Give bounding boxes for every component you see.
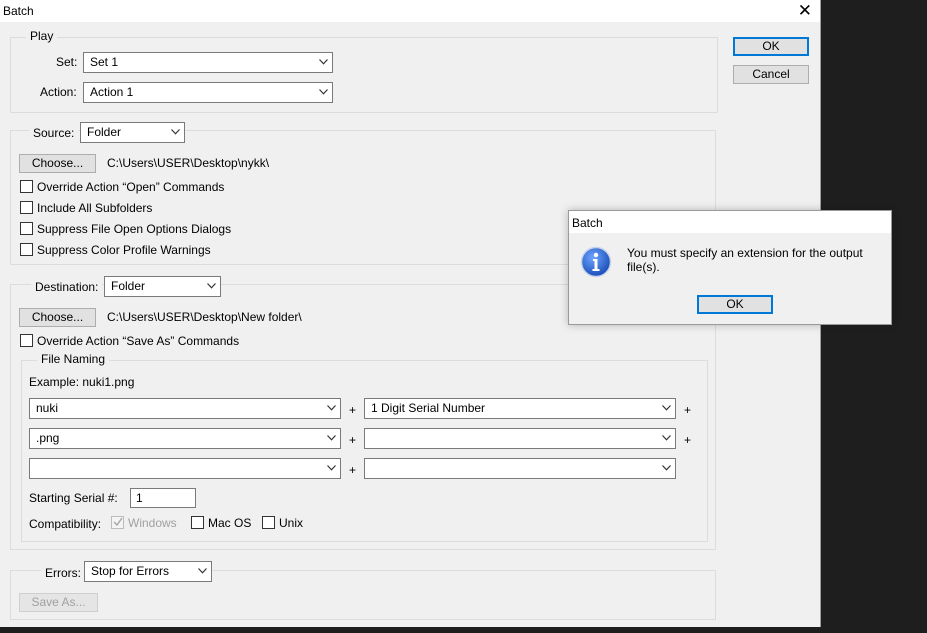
chevron-down-icon bbox=[662, 465, 671, 471]
mac-os-checkbox[interactable]: Mac OS bbox=[191, 515, 251, 531]
checkbox-box[interactable] bbox=[20, 222, 33, 235]
checkbox-box bbox=[111, 516, 124, 529]
plus-sign: + bbox=[349, 403, 357, 417]
include-subfolders-checkbox[interactable]: Include All Subfolders bbox=[20, 200, 152, 216]
naming-field-2-right[interactable] bbox=[364, 428, 676, 449]
errors-label: Errors: bbox=[41, 564, 85, 582]
chevron-down-icon bbox=[327, 405, 336, 411]
set-label: Set: bbox=[56, 55, 78, 69]
set-select[interactable]: Set 1 bbox=[83, 52, 333, 73]
checkbox-label: Windows bbox=[128, 516, 177, 530]
checkbox-label: Include All Subfolders bbox=[37, 201, 153, 215]
checkbox-box[interactable] bbox=[20, 243, 33, 256]
destination-choose-button[interactable]: Choose... bbox=[19, 308, 96, 327]
action-value: Action 1 bbox=[90, 85, 134, 99]
window-title: Batch bbox=[3, 4, 34, 18]
checkbox-label: Override Action “Save As” Commands bbox=[37, 334, 240, 348]
action-select[interactable]: Action 1 bbox=[83, 82, 333, 103]
naming-field-1-right[interactable]: 1 Digit Serial Number bbox=[364, 398, 676, 419]
file-naming-example: Example: nuki1.png bbox=[29, 375, 135, 389]
checkbox-box[interactable] bbox=[191, 516, 204, 529]
suppress-open-options-checkbox[interactable]: Suppress File Open Options Dialogs bbox=[20, 221, 231, 237]
chevron-down-icon bbox=[171, 129, 180, 135]
checkbox-box[interactable] bbox=[262, 516, 275, 529]
chevron-down-icon bbox=[319, 59, 328, 65]
alert-title-bar: Batch bbox=[569, 211, 891, 233]
naming-field-2-left[interactable]: .png bbox=[29, 428, 341, 449]
save-as-button: Save As... bbox=[19, 593, 98, 612]
source-choose-button[interactable]: Choose... bbox=[19, 154, 96, 173]
chevron-down-icon bbox=[198, 568, 207, 574]
chevron-down-icon bbox=[207, 283, 216, 289]
checkbox-box[interactable] bbox=[20, 334, 33, 347]
starting-serial-input[interactable]: 1 bbox=[130, 488, 196, 508]
info-icon bbox=[580, 246, 612, 278]
chevron-down-icon bbox=[662, 435, 671, 441]
windows-checkbox: Windows bbox=[111, 515, 177, 531]
checkbox-label: Suppress File Open Options Dialogs bbox=[37, 222, 232, 236]
source-label: Source: bbox=[29, 124, 79, 142]
naming-value: .png bbox=[36, 431, 60, 445]
checkbox-box[interactable] bbox=[20, 201, 33, 214]
alert-dialog: Batch You must specify an extension for … bbox=[568, 210, 892, 325]
unix-checkbox[interactable]: Unix bbox=[262, 515, 303, 531]
action-label: Action: bbox=[40, 85, 77, 99]
file-naming-legend: File Naming bbox=[37, 352, 110, 366]
naming-value: nuki bbox=[36, 401, 59, 415]
checkmark-icon bbox=[113, 517, 123, 527]
destination-value: Folder bbox=[111, 279, 146, 293]
checkbox-label: Suppress Color Profile Warnings bbox=[37, 243, 211, 257]
set-value: Set 1 bbox=[90, 55, 119, 69]
errors-value: Stop for Errors bbox=[91, 564, 170, 578]
naming-value: 1 Digit Serial Number bbox=[371, 401, 486, 415]
source-select[interactable]: Folder bbox=[80, 122, 185, 143]
ok-button[interactable]: OK bbox=[733, 37, 809, 56]
destination-select[interactable]: Folder bbox=[104, 276, 221, 297]
destination-path: C:\Users\USER\Desktop\New folder\ bbox=[107, 310, 302, 324]
suppress-color-profile-checkbox[interactable]: Suppress Color Profile Warnings bbox=[20, 242, 211, 258]
plus-sign: + bbox=[349, 433, 357, 447]
errors-select[interactable]: Stop for Errors bbox=[84, 561, 212, 582]
compatibility-label: Compatibility: bbox=[29, 517, 102, 531]
checkbox-box[interactable] bbox=[20, 180, 33, 193]
starting-serial-label: Starting Serial #: bbox=[29, 491, 118, 505]
chevron-down-icon bbox=[319, 89, 328, 95]
chevron-down-icon bbox=[327, 435, 336, 441]
naming-field-3-right[interactable] bbox=[364, 458, 676, 479]
source-path: C:\Users\USER\Desktop\nykk\ bbox=[107, 156, 270, 170]
alert-message: You must specify an extension for the ou… bbox=[627, 246, 863, 274]
cancel-button[interactable]: Cancel bbox=[733, 65, 809, 84]
override-save-as-checkbox[interactable]: Override Action “Save As” Commands bbox=[20, 333, 239, 349]
chevron-down-icon bbox=[662, 405, 671, 411]
close-icon[interactable]: ✕ bbox=[798, 1, 812, 21]
play-legend: Play bbox=[26, 29, 58, 43]
alert-ok-button[interactable]: OK bbox=[697, 295, 773, 314]
override-open-checkbox[interactable]: Override Action “Open” Commands bbox=[20, 179, 224, 195]
alert-title: Batch bbox=[572, 216, 603, 230]
checkbox-label: Mac OS bbox=[208, 516, 252, 530]
plus-sign: + bbox=[349, 463, 357, 477]
plus-sign: + bbox=[684, 403, 692, 417]
naming-field-1-left[interactable]: nuki bbox=[29, 398, 341, 419]
source-value: Folder bbox=[87, 125, 122, 139]
chevron-down-icon bbox=[327, 465, 336, 471]
plus-sign: + bbox=[684, 433, 692, 447]
title-bar: Batch ✕ bbox=[0, 0, 820, 22]
naming-field-3-left[interactable] bbox=[29, 458, 341, 479]
checkbox-label: Unix bbox=[279, 516, 304, 530]
destination-label: Destination: bbox=[31, 278, 103, 296]
checkbox-label: Override Action “Open” Commands bbox=[37, 180, 225, 194]
